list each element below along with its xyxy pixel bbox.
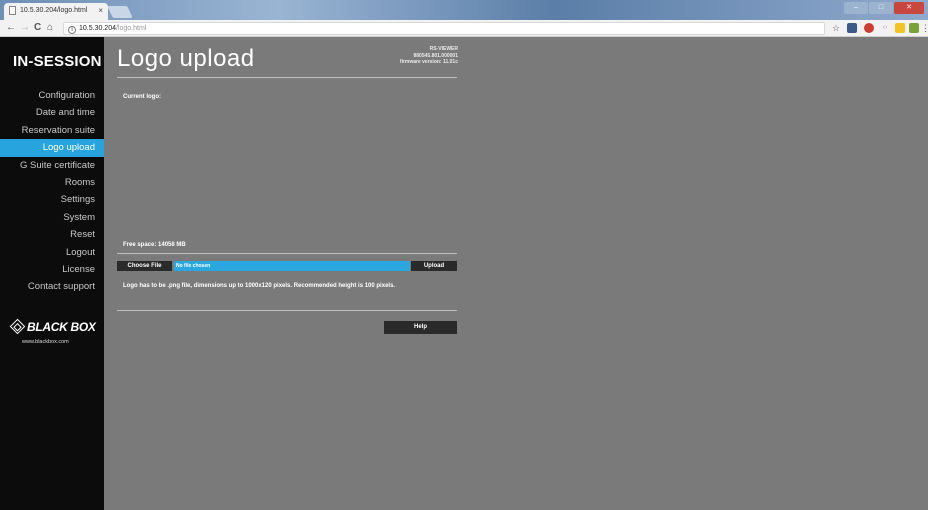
- sidebar-item-reservation-suite[interactable]: Reservation suite: [0, 122, 104, 139]
- puzzle-icon[interactable]: [909, 23, 919, 33]
- address-bar[interactable]: i 10.5.30.204/logo.html: [63, 22, 825, 35]
- upload-button[interactable]: Upload: [411, 261, 457, 271]
- sidebar-item-settings[interactable]: Settings: [0, 191, 104, 208]
- code-icon[interactable]: ‹›: [880, 23, 890, 33]
- browser-tab[interactable]: 10.5.30.204/logo.html ×: [4, 3, 108, 20]
- back-icon[interactable]: ←: [6, 22, 16, 34]
- close-window-button[interactable]: ✕: [894, 2, 924, 14]
- logo-requirements-note: Logo has to be .png file, dimensions up …: [123, 283, 396, 289]
- extension-icon[interactable]: [847, 23, 857, 33]
- home-icon[interactable]: ⌂: [47, 22, 53, 34]
- new-tab-button[interactable]: [107, 6, 133, 18]
- title-divider: [117, 77, 457, 78]
- url-host: 10.5.30.204: [79, 25, 116, 32]
- blackbox-url[interactable]: www.blackbox.com: [22, 339, 69, 345]
- sidebar-item-contact-support[interactable]: Contact support: [0, 278, 104, 295]
- blackbox-diamond-icon: [9, 318, 26, 335]
- star-icon[interactable]: ☆: [831, 23, 841, 33]
- sidebar-nav: Configuration Date and time Reservation …: [0, 87, 104, 296]
- close-icon[interactable]: ×: [98, 6, 103, 15]
- sidebar-item-date-and-time[interactable]: Date and time: [0, 104, 104, 121]
- reload-icon[interactable]: C: [34, 22, 41, 34]
- page-title: Logo upload: [117, 45, 255, 72]
- browser-tabstrip: 10.5.30.204/logo.html × – □ ✕: [0, 0, 928, 20]
- current-logo-label: Current logo:: [123, 94, 161, 100]
- help-button[interactable]: Help: [384, 321, 457, 334]
- sidebar-item-logout[interactable]: Logout: [0, 244, 104, 261]
- blackbox-logo: BLACK BOX: [9, 318, 96, 335]
- info-icon[interactable]: i: [68, 26, 76, 34]
- sidebar-item-g-suite-certificate[interactable]: G Suite certificate: [0, 157, 104, 174]
- blackbox-logo-text: BLACK BOX: [27, 320, 96, 334]
- main-content: [104, 37, 928, 510]
- adblock-icon[interactable]: [864, 23, 874, 33]
- browser-toolbar: ← → C ⌂ i 10.5.30.204/logo.html ☆ ‹› ⋮: [0, 20, 928, 37]
- firmware-version: firmware version: 11.01c: [399, 59, 458, 65]
- page-icon: [9, 6, 16, 15]
- sidebar-item-license[interactable]: License: [0, 261, 104, 278]
- notes-icon[interactable]: [895, 23, 905, 33]
- brand-title: IN-SESSION: [13, 53, 102, 70]
- device-info: RS-VIEWER 880545.801.000001 firmware ver…: [400, 46, 458, 66]
- maximize-button[interactable]: □: [869, 2, 893, 14]
- choose-file-button[interactable]: Choose File: [117, 261, 172, 271]
- file-name-field[interactable]: No file chosen: [174, 261, 410, 271]
- tab-title: 10.5.30.204/logo.html: [20, 7, 88, 14]
- sidebar-item-system[interactable]: System: [0, 209, 104, 226]
- file-upload-row: Choose File No file chosen Upload: [117, 261, 457, 271]
- url-path: /logo.html: [115, 25, 147, 32]
- menu-icon[interactable]: ⋮: [921, 23, 928, 33]
- sidebar-item-reset[interactable]: Reset: [0, 226, 104, 243]
- forward-icon[interactable]: →: [20, 22, 30, 34]
- sidebar-item-logo-upload[interactable]: Logo upload: [0, 139, 104, 157]
- free-space-label: Free space: 14058 MB: [123, 242, 186, 248]
- sidebar-item-configuration[interactable]: Configuration: [0, 87, 104, 104]
- help-divider: [117, 310, 457, 311]
- free-space-divider: [117, 253, 457, 254]
- sidebar-item-rooms[interactable]: Rooms: [0, 174, 104, 191]
- minimize-button[interactable]: –: [844, 2, 868, 14]
